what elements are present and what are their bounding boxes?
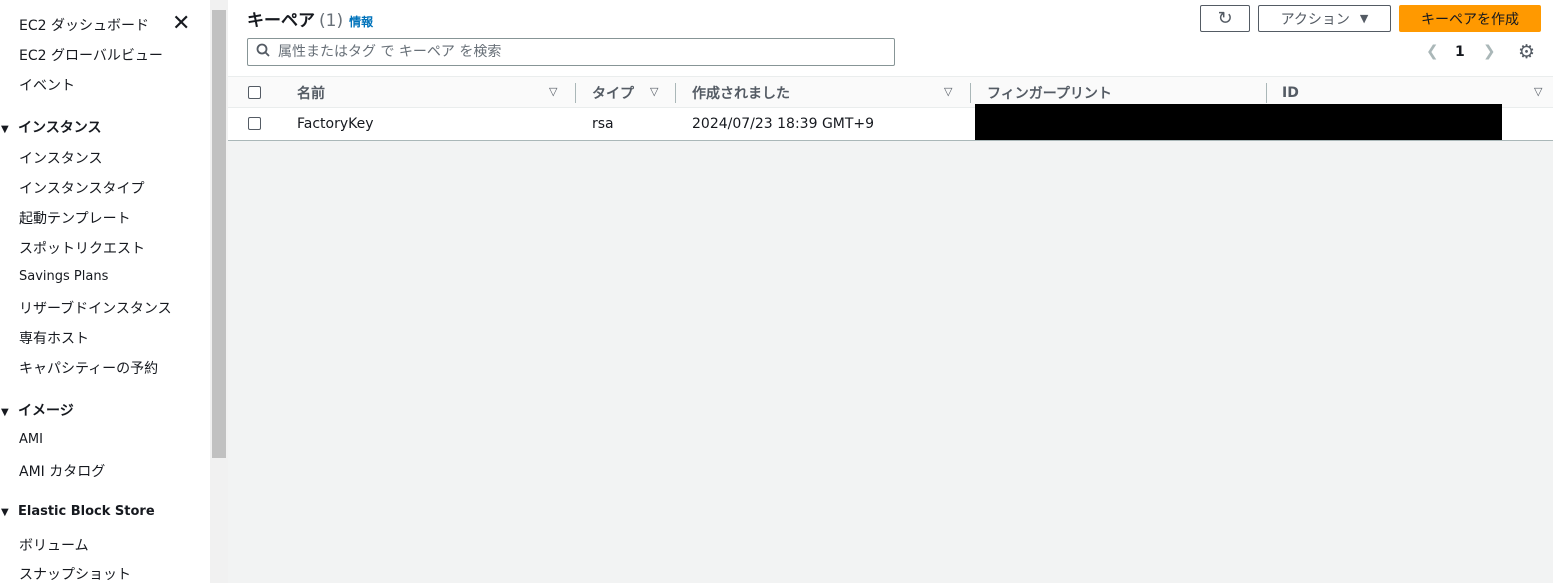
sidebar-item-spot-requests[interactable]: スポットリクエスト — [19, 238, 145, 258]
chevron-left-icon[interactable]: ❮ — [1426, 42, 1439, 60]
actions-dropdown[interactable]: アクション ▼ — [1258, 5, 1391, 32]
item-count: (1) — [319, 11, 344, 31]
select-all-checkbox[interactable] — [248, 86, 261, 99]
info-link[interactable]: 情報 — [349, 15, 373, 29]
cell-name: FactoryKey — [297, 116, 374, 132]
cell-type: rsa — [592, 116, 614, 132]
sidebar-section-label: インスタンス — [18, 120, 102, 136]
sort-icon[interactable]: ▽ — [549, 85, 557, 98]
column-header-created[interactable]: 作成されました — [692, 77, 790, 109]
sidebar-item-instances[interactable]: インスタンス — [19, 148, 102, 168]
sidebar-scroll-thumb[interactable] — [212, 10, 226, 458]
sort-icon[interactable]: ▽ — [944, 85, 952, 98]
sidebar: EC2 ダッシュボード ✕ EC2 グローバルビュー イベント ▼ インスタンス … — [0, 0, 210, 583]
column-divider[interactable] — [575, 83, 576, 103]
sidebar-section-label: イメージ — [18, 403, 74, 419]
sidebar-section-label: Elastic Block Store — [18, 504, 155, 519]
search-box[interactable] — [247, 38, 895, 66]
page-number[interactable]: 1 — [1455, 44, 1465, 60]
column-header-name[interactable]: 名前 — [297, 77, 325, 109]
sidebar-item-dedicated-hosts[interactable]: 専有ホスト — [19, 328, 89, 348]
sort-icon[interactable]: ▽ — [650, 85, 658, 98]
sidebar-item-capacity-reservations[interactable]: キャパシティーの予約 — [19, 358, 158, 378]
refresh-icon: ↻ — [1217, 8, 1233, 29]
cell-created: 2024/07/23 18:39 GMT+9 — [692, 116, 875, 132]
actions-label: アクション — [1280, 11, 1350, 28]
close-icon[interactable]: ✕ — [172, 13, 190, 35]
sidebar-section-instances[interactable]: ▼ インスタンス — [0, 117, 101, 137]
sidebar-section-ebs[interactable]: ▼ Elastic Block Store — [0, 504, 155, 519]
page-title-text: キーペア — [247, 11, 315, 31]
gear-icon[interactable]: ⚙ — [1518, 41, 1535, 63]
sidebar-item-events[interactable]: イベント — [19, 75, 75, 95]
sidebar-item-savings-plans[interactable]: Savings Plans — [19, 269, 108, 284]
sidebar-item-ec2-global-view[interactable]: EC2 グローバルビュー — [19, 45, 163, 65]
key-pairs-panel: キーペア(1) 情報 ↻ アクション ▼ キーペアを作成 ❮ 1 ❯ ⚙ 名前 ▽ — [228, 0, 1553, 141]
sidebar-item-launch-templates[interactable]: 起動テンプレート — [19, 208, 131, 228]
main-content: キーペア(1) 情報 ↻ アクション ▼ キーペアを作成 ❮ 1 ❯ ⚙ 名前 ▽ — [228, 0, 1553, 583]
row-checkbox[interactable] — [248, 117, 261, 130]
create-key-pair-button[interactable]: キーペアを作成 — [1399, 5, 1541, 32]
sidebar-item-ec2-dashboard[interactable]: EC2 ダッシュボード — [19, 15, 149, 35]
search-icon — [248, 43, 278, 61]
caret-down-icon: ▼ — [1, 124, 9, 135]
sidebar-item-snapshots[interactable]: スナップショット — [19, 564, 131, 583]
redacted-block — [975, 104, 1502, 140]
chevron-right-icon[interactable]: ❯ — [1483, 42, 1496, 60]
refresh-button[interactable]: ↻ — [1200, 5, 1250, 32]
column-divider[interactable] — [970, 83, 971, 103]
caret-down-icon: ▼ — [1, 507, 9, 518]
column-header-type[interactable]: タイプ — [592, 77, 634, 109]
sidebar-item-volumes[interactable]: ボリューム — [19, 535, 89, 555]
caret-down-icon: ▼ — [1359, 12, 1369, 25]
column-divider[interactable] — [1266, 83, 1267, 103]
create-key-pair-label: キーペアを作成 — [1421, 11, 1519, 28]
sidebar-item-ami-catalog[interactable]: AMI カタログ — [19, 461, 105, 481]
sidebar-section-images[interactable]: ▼ イメージ — [0, 400, 74, 420]
sort-icon[interactable]: ▽ — [1534, 85, 1542, 98]
sidebar-item-reserved-instances[interactable]: リザーブドインスタンス — [19, 298, 172, 318]
search-input[interactable] — [278, 44, 894, 60]
caret-down-icon: ▼ — [1, 407, 9, 418]
column-divider[interactable] — [675, 83, 676, 103]
page-title: キーペア (1) 情報 — [247, 6, 373, 31]
sidebar-item-ami[interactable]: AMI — [19, 432, 43, 447]
sidebar-item-instance-types[interactable]: インスタンスタイプ — [19, 178, 144, 198]
